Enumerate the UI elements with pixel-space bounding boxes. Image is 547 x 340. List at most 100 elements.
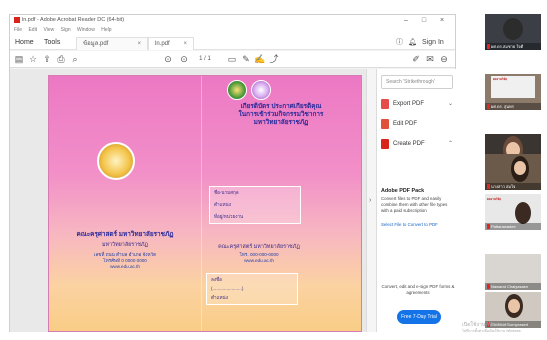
menu-window[interactable]: Window bbox=[77, 27, 95, 33]
zoom-icon[interactable]: ⌕ bbox=[69, 53, 81, 66]
participant-name: นางสาว สมใจ bbox=[485, 183, 541, 190]
menu-bar: File Edit View Sign Window Help bbox=[10, 26, 455, 35]
participant-tile-6[interactable]: Nawarat Chaiyasaen bbox=[485, 254, 541, 290]
participant-name: ผศ.ดร. สุนทร bbox=[485, 103, 541, 110]
toolbar: ▤ ☆ ⇪ ⎙ ⌕ ⊙ ⊙ 1 / 1 ▭ ✎ ✍ ⤴ ✐ ✉ ⊖ bbox=[10, 51, 455, 68]
tab-home[interactable]: Home bbox=[15, 35, 34, 50]
doc-title-line3: มหาวิทยาลัยราชภัฏ bbox=[253, 119, 309, 126]
participant-face bbox=[508, 299, 520, 313]
edit-pdf-label: Edit PDF bbox=[393, 121, 418, 127]
comment-icon[interactable]: ▭ bbox=[226, 53, 238, 66]
export-pdf-icon bbox=[381, 99, 389, 109]
menu-sign[interactable]: Sign bbox=[61, 27, 71, 33]
left-org-line1: คณะครุศาสตร์ มหาวิทยาลัยราชภัฏ bbox=[76, 231, 174, 238]
mic-muted-icon bbox=[487, 184, 490, 189]
menu-file[interactable]: File bbox=[14, 27, 22, 33]
share-icon[interactable]: ⤴ bbox=[268, 53, 280, 66]
upload-icon[interactable]: ⇪ bbox=[41, 53, 53, 66]
doc-title-line1: เกียรติบัตร ประกาศเกียรติคุณ bbox=[240, 103, 322, 110]
close-button[interactable]: × bbox=[433, 15, 451, 26]
mic-muted-icon bbox=[487, 44, 490, 49]
participant-video bbox=[515, 202, 531, 224]
pack-description: Convert files to PDF and easily combine … bbox=[381, 196, 448, 213]
doc-tab-1[interactable]: ข้อมูล.pdf × bbox=[76, 37, 148, 50]
bell-icon[interactable]: 🔔︎ bbox=[408, 35, 417, 50]
form-label-address: ที่อยู่/หน่วยงาน bbox=[214, 214, 244, 219]
signature-box: ลงชื่อ (.......................) ตำแหน่ง bbox=[206, 273, 298, 305]
windows-activation-watermark: เปิดใช้งาน Windows ไปที่การตั้งค่าเพื่อเ… bbox=[462, 322, 546, 334]
left-org-line2: มหาวิทยาลัยราชภัฏ bbox=[101, 242, 149, 248]
right-contact-line2: www.edu.ac.th bbox=[244, 258, 274, 263]
document-view[interactable]: เกียรติบัตร ประกาศเกียรติคุณ ในการเข้าร่… bbox=[10, 69, 366, 332]
export-pdf-label: Export PDF bbox=[393, 101, 425, 107]
page-indicator[interactable]: 1 / 1 bbox=[194, 53, 216, 66]
menu-edit[interactable]: Edit bbox=[28, 27, 37, 33]
export-pdf-tool[interactable]: Export PDF ⌄ bbox=[381, 95, 455, 113]
create-pdf-tool[interactable]: Create PDF ⌃ bbox=[381, 135, 455, 153]
pack-title: Adobe PDF Pack bbox=[381, 188, 425, 194]
chevron-down-icon[interactable]: ⌄ bbox=[448, 95, 453, 113]
menu-help[interactable]: Help bbox=[101, 27, 111, 33]
participant-name: ผศ.ดร.สมชาย ใจดี bbox=[485, 43, 541, 50]
fill-sign-icon[interactable]: ✐ bbox=[410, 53, 422, 66]
university-seal-logo bbox=[97, 142, 135, 180]
sign-in-link[interactable]: Sign In bbox=[422, 35, 444, 50]
participant-tile-4[interactable]: นางสาว สมใจ bbox=[485, 154, 541, 190]
edit-pdf-tool[interactable]: Edit PDF bbox=[381, 115, 455, 133]
page-fold bbox=[201, 76, 202, 331]
participant-face bbox=[514, 161, 526, 175]
acrobat-window: ln.pdf - Adobe Acrobat Reader DC (64-bit… bbox=[9, 14, 456, 332]
sign-icon[interactable]: ✍ bbox=[254, 53, 266, 66]
sig-line2: (.......................) bbox=[211, 286, 244, 291]
faculty-logo bbox=[227, 80, 247, 100]
prev-page-icon[interactable]: ⊙ bbox=[162, 53, 174, 66]
window-controls: – □ × bbox=[397, 15, 451, 26]
tab-bar: Home Tools ข้อมูล.pdf × ln.pdf × ⓘ 🔔︎ Si… bbox=[10, 35, 455, 50]
chevron-up-icon[interactable]: ⌃ bbox=[448, 135, 453, 153]
title-bar: ln.pdf - Adobe Acrobat Reader DC (64-bit… bbox=[10, 15, 455, 26]
help-icon[interactable]: ⓘ bbox=[396, 35, 403, 50]
form-label-name: ชื่อ-นามสกุล bbox=[214, 190, 239, 195]
mic-muted-icon bbox=[487, 104, 490, 109]
create-pdf-label: Create PDF bbox=[393, 141, 425, 147]
participant-tile-5[interactable]: ผลงานวิจัย Pattarawadee bbox=[485, 194, 541, 230]
mail-icon[interactable]: ✉ bbox=[424, 53, 436, 66]
sig-line1: ลงชื่อ bbox=[211, 277, 222, 282]
minimize-button[interactable]: – bbox=[397, 15, 415, 26]
pen-icon[interactable]: ✎ bbox=[240, 53, 252, 66]
edit-pdf-icon bbox=[381, 119, 389, 129]
participant-tile-2[interactable]: ผลงานวิจัย ผศ.ดร. สุนทร bbox=[485, 74, 541, 110]
institution-logo bbox=[251, 80, 271, 100]
chevron-right-icon[interactable]: › bbox=[369, 197, 371, 204]
mic-muted-icon bbox=[487, 284, 490, 289]
menu-view[interactable]: View bbox=[43, 27, 54, 33]
participant-tile-1[interactable]: ผศ.ดร.สมชาย ใจดี bbox=[485, 14, 541, 50]
tile-card-label: ผลงานวิจัย bbox=[487, 197, 501, 201]
screen: ln.pdf - Adobe Acrobat Reader DC (64-bit… bbox=[0, 0, 547, 340]
print-icon[interactable]: ⎙ bbox=[55, 53, 67, 66]
doc-title-line2: ในการเข้าร่วมกิจกรรมวิชาการ bbox=[238, 111, 324, 118]
free-trial-button[interactable]: Free 7-Day Trial bbox=[397, 310, 441, 324]
doc-tab-2[interactable]: ln.pdf × bbox=[148, 37, 194, 50]
close-tab-icon[interactable]: × bbox=[137, 38, 141, 51]
panel-toggle[interactable]: › bbox=[366, 69, 376, 332]
info-form-box: ชื่อ-นามสกุล ตำแหน่ง ที่อยู่/หน่วยงาน bbox=[209, 186, 301, 224]
close-tab-icon[interactable]: × bbox=[183, 38, 187, 51]
form-label-position: ตำแหน่ง bbox=[214, 202, 231, 207]
select-file-link[interactable]: Select File to Convert to PDF bbox=[381, 222, 455, 228]
doc-tab-1-label: ข้อมูล.pdf bbox=[83, 41, 109, 47]
pdf-page: เกียรติบัตร ประกาศเกียรติคุณ ในการเข้าร่… bbox=[48, 75, 362, 332]
tab-tools[interactable]: Tools bbox=[44, 35, 60, 50]
pdf-pack-promo: Adobe PDF Pack Convert files to PDF and … bbox=[381, 188, 455, 228]
star-icon[interactable]: ☆ bbox=[27, 53, 39, 66]
participant-name: Nawarat Chaiyasaen bbox=[485, 283, 541, 290]
create-icon[interactable]: ▤ bbox=[13, 53, 25, 66]
tools-panel: Search 'Strikethrough' Export PDF ⌄ Edit… bbox=[376, 69, 456, 332]
tools-search-input[interactable]: Search 'Strikethrough' bbox=[381, 75, 453, 89]
next-page-icon[interactable]: ⊙ bbox=[178, 53, 190, 66]
mic-muted-icon bbox=[487, 224, 490, 229]
maximize-button[interactable]: □ bbox=[415, 15, 433, 26]
left-website: www.edu.ac.th bbox=[110, 264, 140, 269]
acrobat-icon bbox=[14, 16, 20, 23]
user-icon[interactable]: ⊖ bbox=[438, 53, 450, 66]
